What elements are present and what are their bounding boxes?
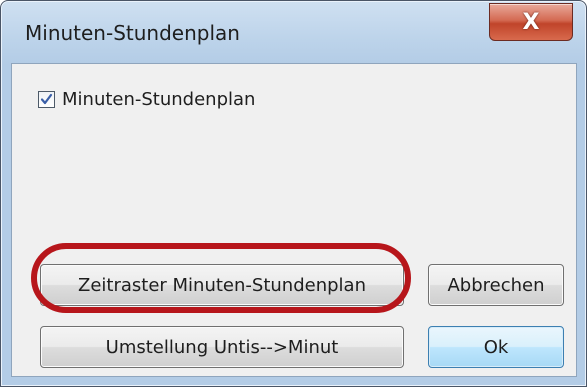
ok-button[interactable]: Ok [428, 326, 564, 368]
minuten-stundenplan-option[interactable]: Minuten-Stundenplan [38, 86, 255, 112]
dialog-client-area: Minuten-Stundenplan Zeitraster Minuten-S… [11, 63, 577, 377]
zeitraster-button[interactable]: Zeitraster Minuten-Stundenplan [40, 264, 404, 306]
minuten-stundenplan-checkbox[interactable] [38, 90, 55, 108]
dialog-window: Minuten-Stundenplan X Minuten-Stundenpla… [0, 0, 587, 387]
close-button[interactable]: X [489, 3, 573, 41]
window-title: Minuten-Stundenplan [25, 21, 240, 45]
cancel-button[interactable]: Abbrechen [428, 264, 564, 306]
checkmark-icon [40, 93, 53, 104]
checkbox-label: Minuten-Stundenplan [62, 88, 256, 110]
title-bar[interactable]: Minuten-Stundenplan X [1, 1, 586, 57]
umstellung-button[interactable]: Umstellung Untis-->Minut [40, 326, 404, 368]
close-icon: X [522, 9, 540, 35]
